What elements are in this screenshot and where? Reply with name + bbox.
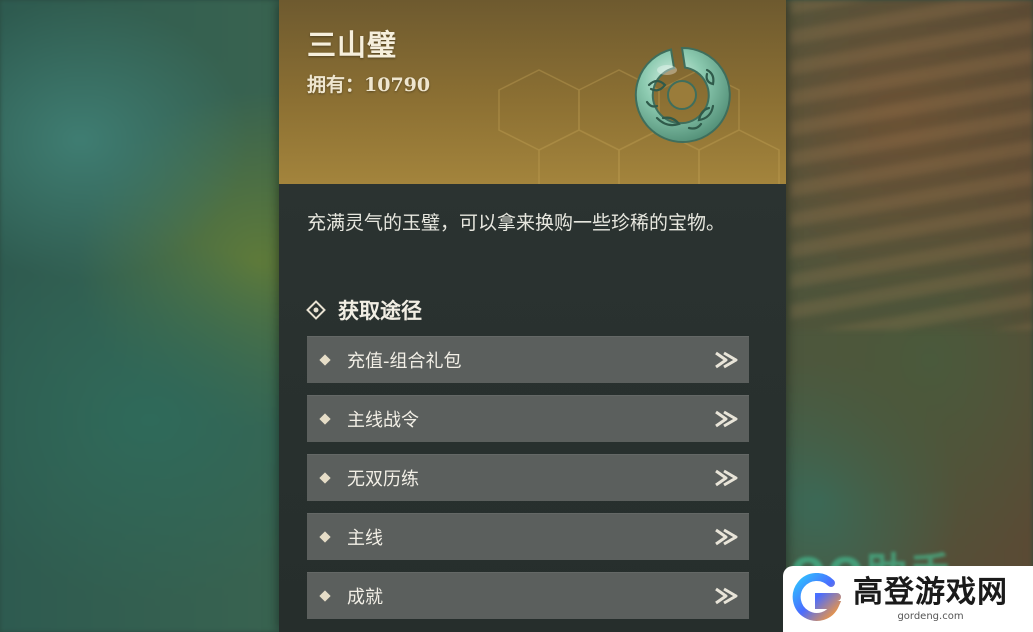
item-detail-panel: 三山璧 拥有：10790 充满灵气的玉璧，可以拿来换购一些珍稀的宝物。 获取途径… <box>279 0 786 632</box>
bullet-diamond-icon <box>319 354 331 366</box>
go-arrow-icon[interactable] <box>713 525 739 549</box>
jade-disc-icon <box>634 46 731 143</box>
source-row-achievements[interactable]: 成就 <box>307 572 749 619</box>
bullet-diamond-icon <box>319 413 331 425</box>
source-row-recharge-bundle[interactable]: 充值-组合礼包 <box>307 336 749 383</box>
site-logo-icon <box>792 573 842 621</box>
background-scenery <box>790 0 1033 330</box>
watermark-text: 高登游戏网 gordeng.com <box>853 575 1008 623</box>
bullet-diamond-icon <box>319 590 331 602</box>
source-row-unrivaled-trials[interactable]: 无双历练 <box>307 454 749 501</box>
item-header: 三山璧 拥有：10790 <box>279 0 786 184</box>
item-description: 充满灵气的玉璧，可以拿来换购一些珍稀的宝物。 <box>307 212 726 234</box>
acquisition-title: 获取途径 <box>338 299 422 323</box>
source-label: 主线 <box>347 528 383 549</box>
go-arrow-icon[interactable] <box>713 407 739 431</box>
acquisition-header: 获取途径 <box>306 295 422 325</box>
source-label: 主线战令 <box>347 410 419 431</box>
source-label: 充值-组合礼包 <box>347 351 462 372</box>
target-diamond-icon <box>306 300 326 320</box>
acquisition-source-list: 充值-组合礼包 主线战令 无双历练 主线 成就 <box>307 336 749 631</box>
source-row-main-battle-pass[interactable]: 主线战令 <box>307 395 749 442</box>
watermark-url: gordeng.com <box>897 611 964 622</box>
bullet-diamond-icon <box>319 531 331 543</box>
owned-count: 拥有：10790 <box>307 74 431 96</box>
item-name: 三山璧 <box>307 28 398 62</box>
site-watermark-badge: 高登游戏网 gordeng.com <box>783 566 1033 632</box>
bullet-diamond-icon <box>319 472 331 484</box>
source-label: 无双历练 <box>347 469 419 490</box>
go-arrow-icon[interactable] <box>713 466 739 490</box>
go-arrow-icon[interactable] <box>713 348 739 372</box>
source-label: 成就 <box>347 587 383 608</box>
watermark-site-name: 高登游戏网 <box>853 575 1008 610</box>
source-row-main-story[interactable]: 主线 <box>307 513 749 560</box>
go-arrow-icon[interactable] <box>713 584 739 608</box>
